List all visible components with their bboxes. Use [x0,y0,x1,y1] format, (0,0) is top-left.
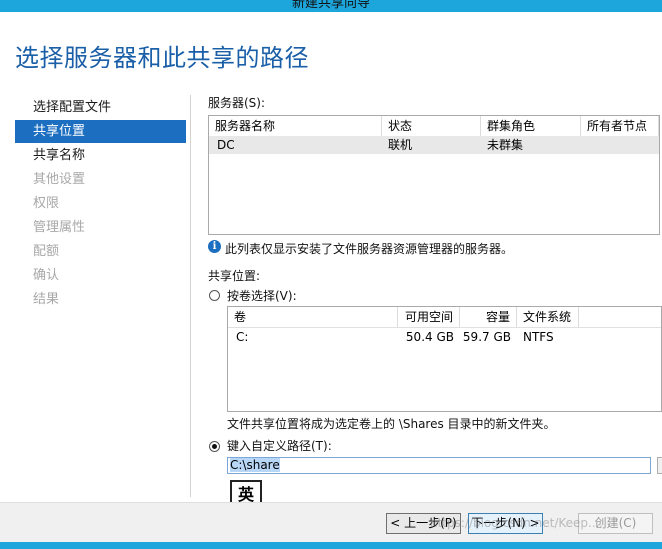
volumes-list-header: 卷 可用空间 容量 文件系统 [228,307,661,328]
bottom-accent-strip [0,542,662,549]
nav-item[interactable]: 选择配置文件 [15,96,186,119]
column-header-cluster-role[interactable]: 群集角色 [481,116,581,136]
nav-divider [190,95,191,497]
info-text: 此列表仅显示安装了文件服务器资源管理器的服务器。 [225,242,514,256]
table-row[interactable]: DC 联机 未群集 [209,136,659,154]
server-status-cell: 联机 [388,138,413,152]
servers-list-header: 服务器名称 状态 群集角色 所有者节点 [209,116,659,137]
share-location-note: 文件共享位置将成为选定卷上的 \Shares 目录中的新文件夹。 [227,417,556,431]
volume-name-cell: C: [236,330,249,344]
nav-item: 管理属性 [33,220,86,235]
servers-list[interactable]: 服务器名称 状态 群集角色 所有者节点 DC 联机 未群集 [208,115,660,235]
servers-label: 服务器(S): [208,96,266,110]
volume-free-space-cell: 50.4 GB [405,330,454,344]
column-header-capacity[interactable]: 容量 [460,307,517,327]
watermark-text: https://blog.csdn.net/Keep... [430,516,600,530]
info-icon: i [208,240,221,253]
window-title: 新建共享向导 [291,0,370,11]
nav-item: 权限 [33,196,60,211]
column-header-server-name[interactable]: 服务器名称 [209,116,382,136]
share-location-label: 共享位置: [208,269,261,283]
nav-item: 配额 [33,244,60,259]
radio-selected-dot [212,444,217,449]
column-header-owner-node[interactable]: 所有者节点 [581,116,659,136]
column-header-file-system[interactable]: 文件系统 [517,307,579,327]
nav-item: 结果 [33,292,60,307]
column-header-status[interactable]: 状态 [382,116,481,136]
volume-option-label[interactable]: 按卷选择(V): [227,287,297,304]
page-title: 选择服务器和此共享的路径 [15,44,309,72]
custom-path-option-label[interactable]: 键入自定义路径(T): [227,437,332,454]
browse-button[interactable] [657,457,662,474]
nav-item[interactable]: 共享名称 [15,144,186,167]
column-header-free-space[interactable]: 可用空间 [398,307,460,327]
table-row[interactable]: C: 50.4 GB 59.7 GB NTFS [228,328,661,346]
column-header-volume[interactable]: 卷 [228,307,398,327]
volumes-list[interactable]: 卷 可用空间 容量 文件系统 C: 50.4 GB 59.7 GB NTFS [227,306,662,412]
custom-path-radio[interactable] [209,441,220,452]
volume-file-system-cell: NTFS [523,330,554,344]
custom-path-value: C:\share [230,458,280,472]
nav-item: 确认 [33,268,60,283]
volume-capacity-cell: 59.7 GB [462,330,511,344]
server-cluster-role-cell: 未群集 [487,138,524,152]
title-bar: 新建共享向导 [0,0,662,12]
volume-radio[interactable] [209,290,220,301]
server-name-cell: DC [217,138,235,152]
nav-item[interactable]: 共享位置 [15,120,186,143]
server-owner-node-cell [581,136,659,154]
custom-path-input[interactable]: C:\share [227,457,651,474]
nav-item: 其他设置 [33,172,86,187]
